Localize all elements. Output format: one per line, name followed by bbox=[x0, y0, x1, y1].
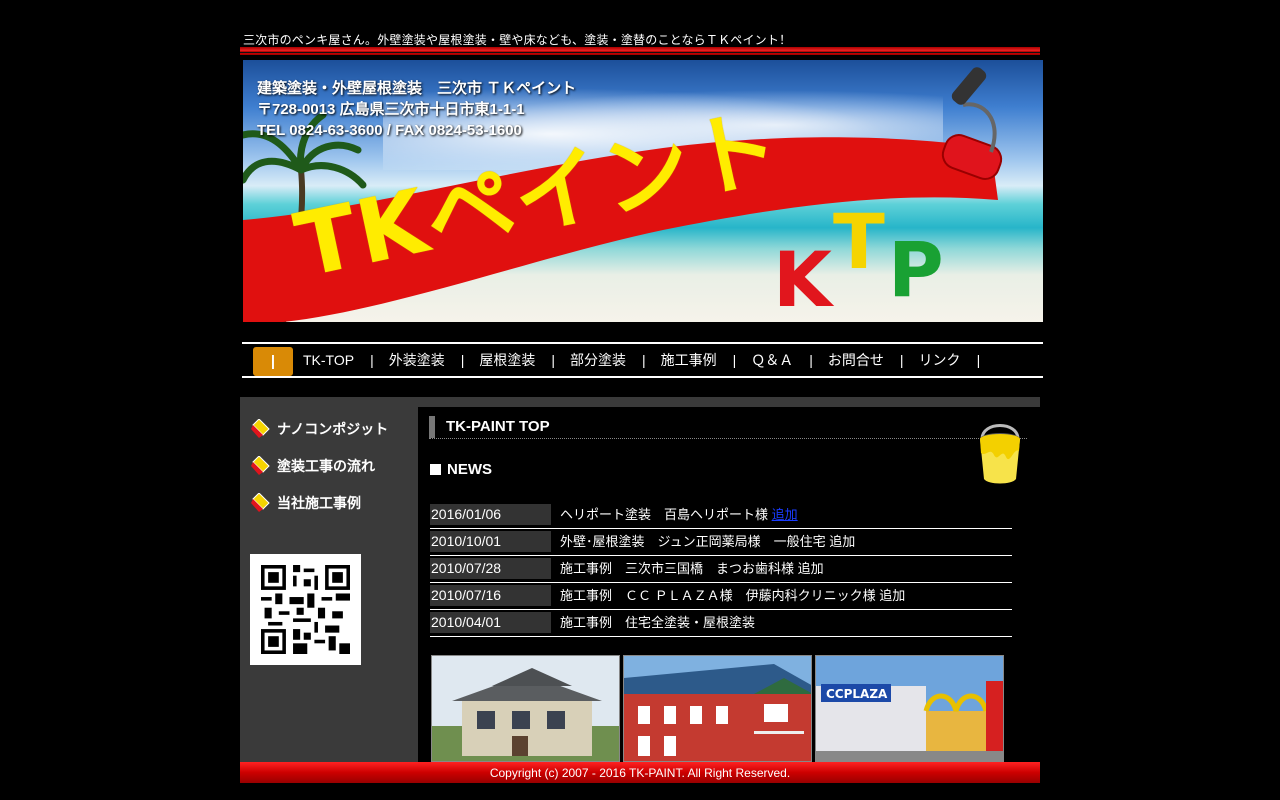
news-heading-text: NEWS bbox=[447, 461, 492, 478]
photo-gallery: CCPLAZA bbox=[431, 655, 1011, 762]
sidebar-item-label: ナノコンポジット bbox=[277, 421, 389, 437]
paint-bucket-icon bbox=[980, 424, 1020, 484]
square-bullet-icon bbox=[430, 464, 441, 475]
news-text: 外壁･屋根塗装 ジュン正岡薬局様 一般住宅 追加 bbox=[560, 534, 856, 549]
nav-item-partial[interactable]: 部分塗装 | bbox=[570, 344, 661, 376]
main-nav: | TK-TOP | 外装塗装 | 屋根塗装 | 部分塗装 | 施工事例 | Ｑ＆Ａ | お… bbox=[242, 342, 1043, 378]
ktp-letter-t: T bbox=[833, 197, 885, 286]
nav-item-roof[interactable]: 屋根塗装 | bbox=[479, 344, 570, 376]
news-text: 施工事例 ＣＣ ＰＬＡＺＡ様 伊藤内科クリニック様 追加 bbox=[560, 588, 906, 603]
sidebar-item-label: 当社施工事例 bbox=[277, 495, 361, 511]
pencil-icon bbox=[251, 493, 270, 512]
nav-list: TK-TOP | 外装塗装 | 屋根塗装 | 部分塗装 | 施工事例 | Ｑ＆Ａ | お問合… bbox=[303, 344, 995, 376]
nav-item-label: 外装塗装 bbox=[388, 352, 445, 368]
page-title: TK-PAINT TOP bbox=[429, 416, 1027, 439]
nav-separator: | bbox=[976, 352, 981, 368]
news-list: 2016/01/06 ヘリポート塗装 百島ヘリポート様 追加 2010/10/0… bbox=[430, 503, 1012, 638]
nav-item-links[interactable]: リンク | bbox=[919, 344, 996, 376]
news-date: 2010/10/01 bbox=[430, 531, 551, 552]
paint-roller-icon bbox=[941, 67, 1003, 180]
news-heading: NEWS bbox=[430, 461, 492, 478]
nav-item-label: お問合せ bbox=[827, 352, 884, 368]
news-row: 2010/10/01 外壁･屋根塗装 ジュン正岡薬局様 一般住宅 追加 bbox=[430, 530, 1012, 556]
ktp-logo: K T P bbox=[773, 197, 973, 322]
cc-plaza-photo-image: CCPLAZA bbox=[816, 656, 1003, 761]
pencil-icon bbox=[251, 456, 270, 475]
nav-item-contact[interactable]: お問合せ | bbox=[828, 344, 919, 376]
news-text: ヘリポート塗装 百島ヘリポート様 追加 bbox=[560, 504, 798, 525]
ktp-letter-k: K bbox=[773, 235, 832, 322]
news-date: 2010/04/01 bbox=[430, 612, 551, 633]
nav-separator: | bbox=[732, 352, 737, 368]
nav-separator: | bbox=[642, 352, 646, 368]
qr-code-icon bbox=[261, 565, 350, 654]
news-text: 施工事例 住宅全塗装・屋根塗装 bbox=[560, 615, 756, 630]
sidebar-item-nano-composite[interactable]: ナノコンポジット bbox=[251, 419, 388, 439]
svg-text:CCPLAZA: CCPLAZA bbox=[826, 687, 888, 701]
page-title-text: TK-PAINT TOP bbox=[446, 418, 550, 435]
nav-item-label: TK-TOP bbox=[303, 352, 355, 368]
photo-red-building[interactable] bbox=[623, 655, 812, 762]
nav-item-exterior[interactable]: 外装塗装 | bbox=[389, 344, 480, 376]
tagline: 三次市のペンキ屋さん。外壁塗装や屋根塗装・壁や床なども、塗装・塗替のことならＴＫ… bbox=[243, 33, 792, 47]
nav-separator: | bbox=[899, 352, 904, 368]
photo-cc-plaza[interactable]: CCPLAZA bbox=[815, 655, 1004, 762]
photo-house[interactable] bbox=[431, 655, 620, 762]
nav-item-tk-top[interactable]: TK-TOP | bbox=[303, 344, 389, 376]
news-row: 2010/07/16 施工事例 ＣＣ ＰＬＡＺＡ様 伊藤内科クリニック様 追加 bbox=[430, 584, 1012, 610]
news-date: 2010/07/28 bbox=[430, 558, 551, 579]
qr-code[interactable] bbox=[250, 554, 361, 665]
nav-item-label: 施工事例 bbox=[660, 352, 717, 368]
sidebar-item-label: 塗装工事の流れ bbox=[277, 458, 375, 474]
news-link-added[interactable]: 追加 bbox=[772, 507, 798, 522]
tagline-rule bbox=[240, 47, 1040, 55]
main-content: TK-PAINT TOP NEWS 2016/01/06 ヘリポート塗装 百島ヘ… bbox=[418, 407, 1040, 762]
nav-item-qa[interactable]: Ｑ＆Ａ | bbox=[751, 344, 828, 376]
header-banner[interactable]: 建築塗装・外壁屋根塗装 三次市 ＴＫペイント 〒728-0013 広島県三次市十… bbox=[243, 60, 1043, 322]
nav-separator: | bbox=[551, 352, 555, 368]
nav-item-label: リンク bbox=[918, 352, 961, 368]
banner-line-address: 〒728-0013 広島県三次市十日市東1-1-1 bbox=[257, 101, 525, 118]
sidebar-item-process[interactable]: 塗装工事の流れ bbox=[251, 456, 375, 476]
news-date: 2016/01/06 bbox=[430, 504, 551, 525]
news-row: 2010/04/01 施工事例 住宅全塗装・屋根塗装 bbox=[430, 611, 1012, 637]
nav-separator: | bbox=[809, 352, 813, 368]
nav-separator: | bbox=[370, 352, 374, 368]
news-text: 施工事例 三次市三国橋 まつお歯科様 追加 bbox=[560, 561, 824, 576]
nav-item-label: Ｑ＆Ａ bbox=[751, 352, 794, 368]
nav-item-label: 部分塗装 bbox=[570, 352, 626, 368]
nav-item-works[interactable]: 施工事例 | bbox=[661, 344, 752, 376]
news-row: 2010/07/28 施工事例 三次市三国橋 まつお歯科様 追加 bbox=[430, 557, 1012, 583]
news-row: 2016/01/06 ヘリポート塗装 百島ヘリポート様 追加 bbox=[430, 503, 1012, 529]
news-text-body: ヘリポート塗装 百島ヘリポート様 bbox=[560, 507, 772, 522]
sidebar-item-works[interactable]: 当社施工事例 bbox=[251, 493, 361, 513]
ktp-letter-p: P bbox=[888, 225, 944, 314]
title-bar-accent bbox=[429, 416, 435, 438]
pencil-icon bbox=[251, 419, 270, 438]
footer-copyright: Copyright (c) 2007 - 2016 TK-PAINT. All … bbox=[240, 762, 1040, 783]
red-building-photo-image bbox=[624, 656, 811, 761]
house-photo-image bbox=[432, 656, 619, 761]
sidebar: ナノコンポジット 塗装工事の流れ 当社施工事例 bbox=[240, 397, 418, 762]
nav-separator: | bbox=[460, 352, 465, 368]
nav-item-label: 屋根塗装 bbox=[479, 352, 536, 368]
banner-line-company: 建築塗装・外壁屋根塗装 三次市 ＴＫペイント bbox=[257, 80, 577, 97]
news-date: 2010/07/16 bbox=[430, 585, 551, 606]
nav-home-button[interactable]: | bbox=[253, 347, 293, 376]
